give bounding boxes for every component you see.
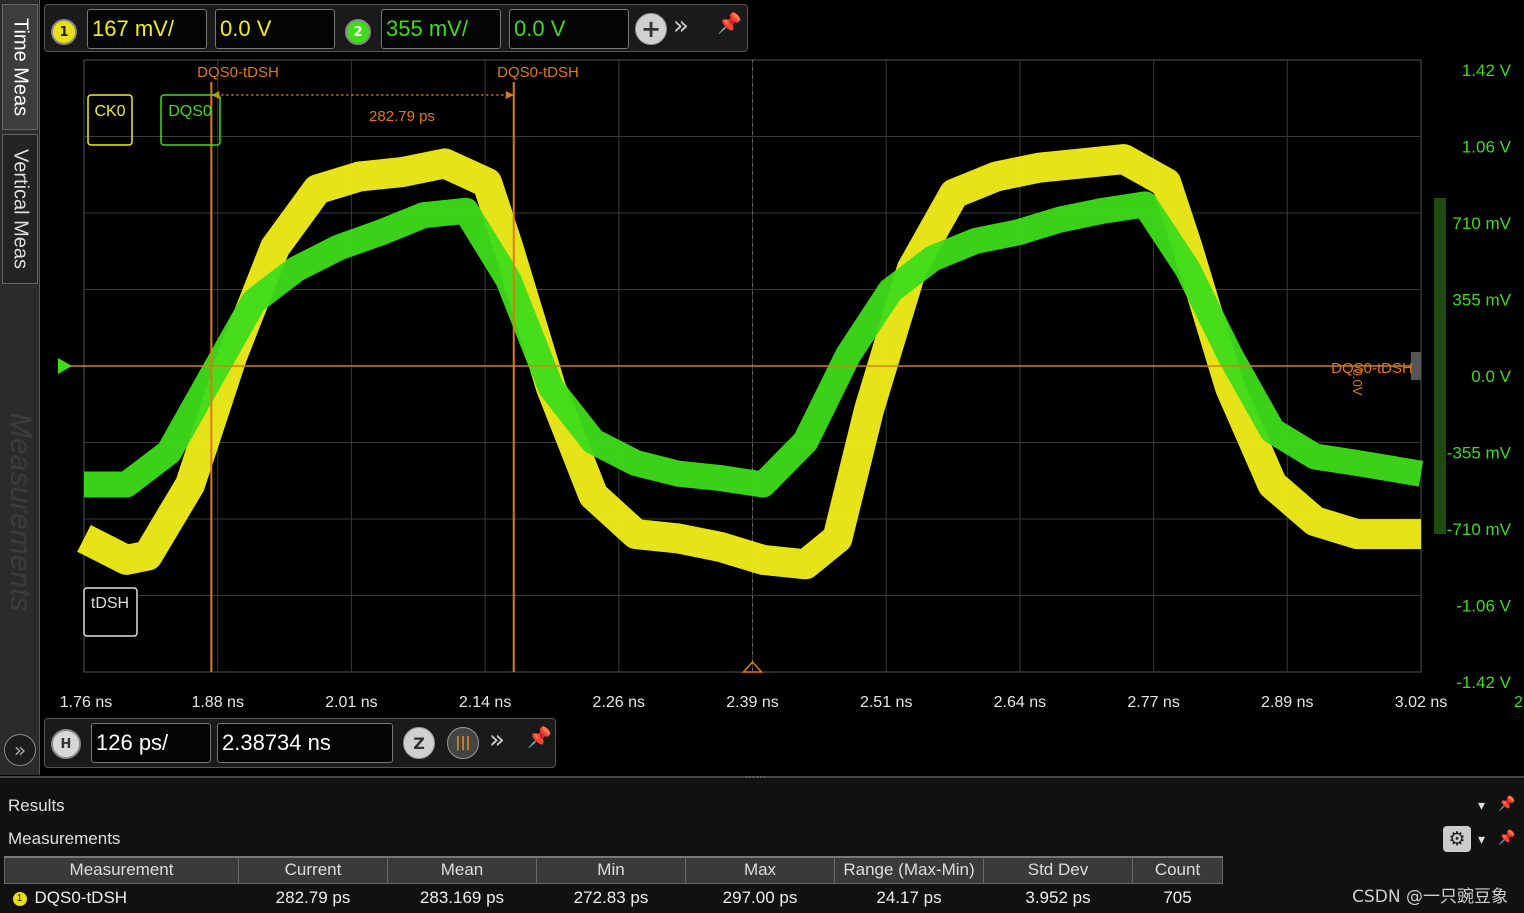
x-tick-label: 3.02 ns xyxy=(1395,694,1447,711)
results-dropdown-icon[interactable]: ▾ xyxy=(1478,798,1485,814)
channel-toolbar: 1 167 mV/ 0.0 V 2 355 mV/ 0.0 V + » 📌 xyxy=(44,4,748,52)
results-pin-icon[interactable]: 📌 xyxy=(1498,796,1515,812)
x-tick-label: 1.76 ns xyxy=(60,694,112,711)
ch1-chip[interactable]: 1 xyxy=(51,19,77,45)
ch1-offset-field[interactable]: 0.0 V xyxy=(215,9,335,49)
tdsh-meas-label: tDSH xyxy=(91,595,129,612)
measurements-title: Measurements xyxy=(8,829,121,848)
measurements-watermark: Measurements xyxy=(2,292,38,732)
more-chevron-icon[interactable]: » xyxy=(673,11,689,41)
pin-icon[interactable]: 📌 xyxy=(717,11,742,35)
cell-mean: 283.169 ps xyxy=(419,888,505,908)
tab-time-meas-label: Time Meas xyxy=(9,17,32,117)
page-number: 2 xyxy=(1514,694,1523,711)
y-tick-label: 355 mV xyxy=(1452,291,1511,310)
y-tick-label: 0.0 V xyxy=(1471,367,1511,386)
col-current[interactable]: Current xyxy=(238,856,388,884)
time-position-field[interactable]: 2.38734 ns xyxy=(217,723,393,763)
more-chevron-icon[interactable]: » xyxy=(489,725,505,755)
tab-time-meas[interactable]: Time Meas xyxy=(2,4,38,130)
y-tick-label: 1.42 V xyxy=(1462,61,1512,80)
resize-grip[interactable]: ⋯⋯ xyxy=(745,772,775,783)
cell-measurement: 1 DQS0-tDSH xyxy=(5,883,239,913)
y-tick-label: 710 mV xyxy=(1452,214,1511,233)
right-marker-label: DQS0-tDSH xyxy=(1331,360,1413,377)
col-mean[interactable]: Mean xyxy=(387,856,537,884)
cell-measurement-name: DQS0-tDSH xyxy=(34,888,128,908)
ch2-scale-field[interactable]: 355 mV/ xyxy=(381,9,501,49)
x-tick-label: 2.77 ns xyxy=(1127,694,1179,711)
col-max[interactable]: Max xyxy=(685,856,835,884)
zoom-icon: Z xyxy=(413,733,425,753)
measurements-dropdown-icon[interactable]: ▾ xyxy=(1478,832,1485,848)
cell-range: 24.17 ps xyxy=(876,888,942,908)
col-stddev[interactable]: Std Dev xyxy=(983,856,1133,884)
right-marker-rotated: 0.0V xyxy=(1350,369,1365,396)
measurements-table: Measurement Current Mean Min Max Range (… xyxy=(4,856,1223,913)
bars-icon: ||| xyxy=(455,735,471,751)
y-tick-label: -710 mV xyxy=(1447,520,1512,539)
x-tick-label: 2.39 ns xyxy=(726,694,778,711)
y-tick-label: 1.06 V xyxy=(1462,138,1512,157)
ch2-number: 2 xyxy=(353,24,363,40)
col-range[interactable]: Range (Max-Min) xyxy=(834,856,984,884)
measurements-watermark-label: Measurements xyxy=(4,412,37,612)
side-tab-strip: Time Meas Vertical Meas Measurements » xyxy=(0,0,40,775)
acquire-button[interactable]: ||| xyxy=(447,727,479,759)
x-tick-label: 2.26 ns xyxy=(593,694,645,711)
ch2-chip[interactable]: 2 xyxy=(345,19,371,45)
ch1-row-chip: 1 xyxy=(12,891,27,906)
col-measurement[interactable]: Measurement xyxy=(4,856,239,884)
cell-min: 272.83 ps xyxy=(573,888,649,908)
ch1-scale-field[interactable]: 167 mV/ xyxy=(87,9,207,49)
results-title: Results xyxy=(8,796,65,815)
x-tick-label: 1.88 ns xyxy=(191,694,243,711)
tab-vertical-meas-label: Vertical Meas xyxy=(9,148,32,270)
double-chevron-icon: » xyxy=(13,738,27,762)
x-tick-label: 2.51 ns xyxy=(860,694,912,711)
x-tick-label: 2.14 ns xyxy=(459,694,511,711)
col-count[interactable]: Count xyxy=(1132,856,1223,884)
cell-current: 282.79 ps xyxy=(275,888,351,908)
plus-icon: + xyxy=(640,15,662,43)
col-min[interactable]: Min xyxy=(536,856,686,884)
x-tick-label: 2.89 ns xyxy=(1261,694,1313,711)
horizontal-chip[interactable]: H xyxy=(51,729,81,759)
tab-vertical-meas[interactable]: Vertical Meas xyxy=(2,134,38,284)
gear-icon[interactable]: ⚙ xyxy=(1443,826,1471,852)
ch2-range-bar[interactable] xyxy=(1434,197,1446,535)
watermark: CSDN @一只豌豆象 xyxy=(1352,887,1508,907)
results-panel: ⋯⋯ Results ▾ 📌 Measurements ⚙ ▾ 📌 Measur… xyxy=(0,772,1524,913)
pin-icon[interactable]: 📌 xyxy=(527,725,552,749)
horizontal-label: H xyxy=(60,736,72,752)
timebase-toolbar: H 126 ps/ 2.38734 ns Z ||| » 📌 xyxy=(44,718,556,768)
cell-stddev: 3.952 ps xyxy=(1025,888,1091,908)
table-row[interactable]: 1 DQS0-tDSH 282.79 ps 283.169 ps 272.83 p… xyxy=(5,883,1223,913)
cursor-delta-label: 282.79 ps xyxy=(369,108,435,125)
cell-max: 297.00 ps xyxy=(722,888,798,908)
ch1-number: 1 xyxy=(59,24,69,40)
zoom-button[interactable]: Z xyxy=(403,727,435,759)
time-scale-field[interactable]: 126 ps/ xyxy=(91,723,211,763)
y-tick-label: -355 mV xyxy=(1447,444,1512,463)
table-header-row: Measurement Current Mean Min Max Range (… xyxy=(4,856,1223,884)
expand-panel-button[interactable]: » xyxy=(4,734,36,766)
y-tick-label: -1.42 V xyxy=(1456,673,1511,692)
cell-count: 705 xyxy=(1163,888,1192,908)
cursor-a-label: DQS0-tDSH xyxy=(197,64,279,81)
x-tick-label: 2.01 ns xyxy=(325,694,377,711)
cursor-b-label: DQS0-tDSH xyxy=(497,64,579,81)
add-channel-button[interactable]: + xyxy=(635,13,667,45)
ch2-legend-label: DQS0 xyxy=(168,103,212,120)
x-tick-label: 2.64 ns xyxy=(994,694,1046,711)
ch1-legend-label: CK0 xyxy=(94,103,125,120)
y-tick-label: -1.06 V xyxy=(1456,597,1511,616)
tdsh-meas-box[interactable]: tDSH xyxy=(83,587,138,637)
scope-display[interactable]: 1.76 ns 1.88 ns 2.01 ns 2.14 ns 2.26 ns 2.39 … xyxy=(0,0,1524,718)
measurements-pin-icon[interactable]: 📌 xyxy=(1498,830,1515,846)
ch2-offset-field[interactable]: 0.0 V xyxy=(509,9,629,49)
